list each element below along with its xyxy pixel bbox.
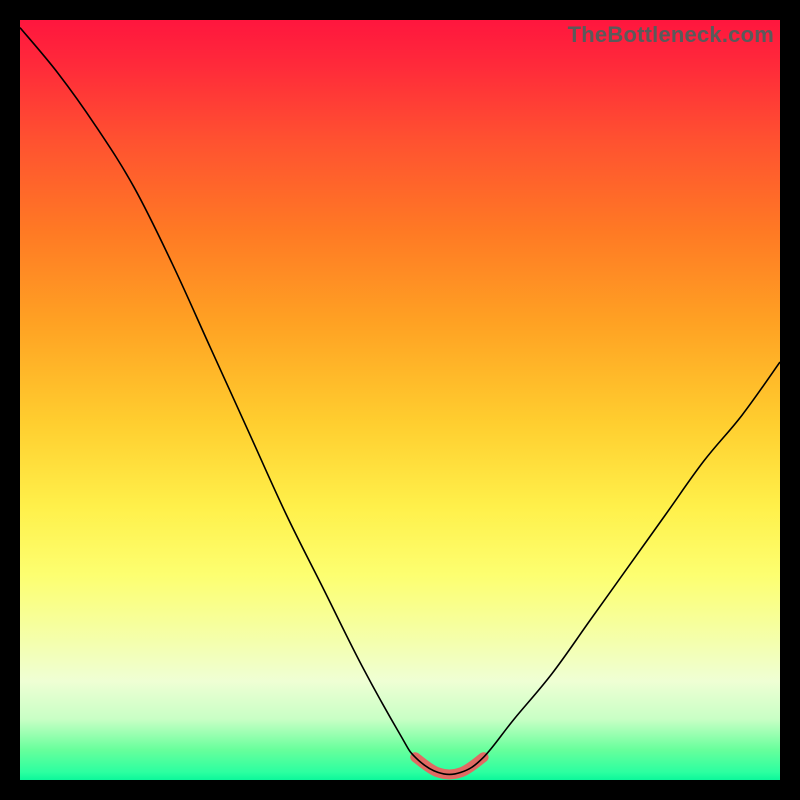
curve-layer xyxy=(20,20,780,780)
plot-area: TheBottleneck.com xyxy=(20,20,780,780)
bottleneck-curve xyxy=(20,28,780,775)
chart-frame: TheBottleneck.com xyxy=(0,0,800,800)
